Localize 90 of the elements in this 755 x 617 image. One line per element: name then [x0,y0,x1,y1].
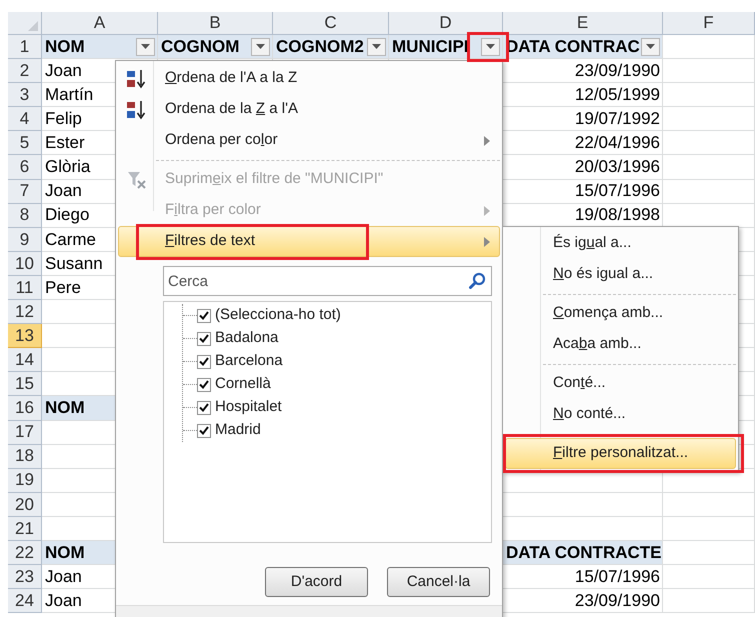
menu-item[interactable]: No conté... [505,399,736,430]
column-header[interactable]: E [503,12,663,35]
menu-item-label: És igual a... [553,233,632,254]
menu-item-label: Comença amb... [553,303,664,324]
row-header[interactable]: 5 [8,131,42,156]
checkbox[interactable] [197,354,211,368]
checkbox[interactable] [197,332,211,346]
menu-item-label: Suprimeix el filtre de "MUNICIPI" [165,169,384,190]
caret-icon [646,44,655,50]
menu-item[interactable]: Conté... [505,368,736,399]
filter-dropdown-button[interactable] [136,38,155,56]
menu-item-label: No conté... [553,404,626,424]
row-header[interactable]: 4 [8,107,42,132]
column-header[interactable]: C [273,12,389,35]
header-text: COGNOM [161,36,240,58]
menu-item[interactable]: Filtres de text [118,226,500,257]
header-text: MUNICIPI [392,36,468,58]
caret-icon [372,44,381,50]
caret-icon [486,44,495,50]
menu-item-label: Ordena de l'A a la Z [165,68,298,88]
caret-icon [256,44,265,50]
row-header[interactable]: 11 [8,276,42,300]
caret-icon [141,44,150,50]
row-header[interactable]: 9 [8,228,42,252]
menu-item-label: Acaba amb... [553,334,642,354]
row-header[interactable]: 8 [8,204,42,228]
row-header[interactable]: 21 [8,516,42,541]
menu-item-label: Filtra per color [165,200,261,220]
checkbox-label: Barcelona [215,351,283,372]
filter-dropdown-button[interactable] [641,38,660,56]
row-header[interactable]: 22 [8,540,42,566]
header-text: COGNOM2 [276,36,364,58]
header-text: DATA CONTRACTE [506,542,662,564]
row-header[interactable]: 2 [8,59,42,84]
row-header[interactable]: 16 [8,396,42,420]
menu-item-label: Filtres de text [165,231,256,252]
row-header[interactable]: 6 [8,155,42,180]
sort-descending-icon [126,100,148,120]
submenu-arrow-icon [484,136,490,146]
clear-filter-icon [127,170,147,188]
row-header[interactable]: 15 [8,372,42,396]
search-icon [469,272,486,289]
menu-item-label: Filtre personalitzat... [553,443,688,464]
menu-item-label: Conté... [553,373,606,394]
checkbox-label: (Selecciona-ho tot) [215,305,341,326]
column-header[interactable]: D [389,12,503,35]
checkbox-label: Madrid [215,420,261,440]
menu-item[interactable]: És igual a... [505,228,736,259]
menu-item[interactable]: Acaba amb... [505,329,736,360]
row-header[interactable]: 10 [8,252,42,276]
checkbox[interactable] [197,308,211,322]
checkbox[interactable] [197,424,211,438]
filter-dropdown-button[interactable] [251,38,270,56]
column-header[interactable]: A [42,12,158,35]
dialog-button[interactable]: Cancel·la [387,567,490,597]
menu-item-label: Ordena de la Z a l'A [165,99,298,120]
row-header[interactable]: 12 [8,300,42,324]
filter-dropdown-button[interactable] [367,38,386,56]
checkbox-label: Cornellà [215,374,271,394]
search-field[interactable]: Cerca [163,266,492,296]
row-header[interactable]: 19 [8,468,42,493]
checkbox[interactable] [197,400,211,414]
row-header[interactable]: 20 [8,492,42,517]
row-header[interactable]: 13 [8,324,42,348]
row-header[interactable]: 7 [8,180,42,204]
row-header[interactable]: 17 [8,420,42,445]
checkbox[interactable] [197,378,211,392]
column-header[interactable]: B [158,12,273,35]
header-text: NOM [45,542,85,564]
menu-item[interactable]: Comença amb... [505,298,736,329]
row-header[interactable]: 14 [8,348,42,372]
row-header[interactable]: 23 [8,565,42,590]
menu-item-label: Ordena per color [165,130,278,150]
filter-dropdown-button[interactable] [481,38,500,56]
checkbox-label: Badalona [215,328,278,348]
menu-item[interactable]: No és igual a... [505,259,736,290]
dialog-button[interactable]: D'acord [265,567,368,597]
checkbox-label: Hospitalet [215,397,282,418]
column-header[interactable]: F [663,12,755,35]
submenu-arrow-icon [484,236,490,246]
header-text: NOM [45,36,85,58]
corner-triangle-icon [28,21,38,31]
header-text: NOM [45,397,85,420]
row-header[interactable]: 18 [8,444,42,469]
submenu-arrow-icon [484,206,490,216]
sort-ascending-icon [126,68,148,88]
menu-item-label: No és igual a... [553,264,654,284]
row-header[interactable]: 1 [8,35,42,60]
row-header[interactable]: 24 [8,589,42,614]
row-header[interactable]: 3 [8,83,42,108]
